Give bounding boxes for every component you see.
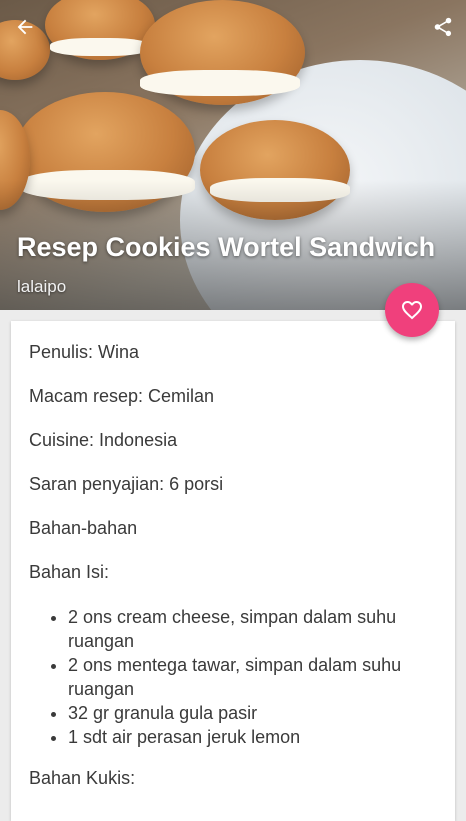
recipe-hero-image: Resep Cookies Wortel Sandwich lalaipo xyxy=(0,0,466,310)
recipe-card: Penulis: Wina Macam resep: Cemilan Cuisi… xyxy=(11,321,455,821)
share-icon xyxy=(434,17,452,37)
author-line: Penulis: Wina xyxy=(29,342,140,362)
arrow-back-icon xyxy=(17,19,33,35)
back-button[interactable] xyxy=(10,12,40,42)
filling-ingredients-list: 2 ons cream cheese, simpan dalam suhu ru… xyxy=(29,605,437,749)
cookie-heading: Bahan Kukis: xyxy=(29,768,136,788)
share-button[interactable] xyxy=(428,12,458,42)
filling-heading: Bahan Isi: xyxy=(29,562,110,582)
recipe-title: Resep Cookies Wortel Sandwich xyxy=(17,232,436,262)
list-item: 32 gr granula gula pasir xyxy=(68,701,437,725)
heart-outline-icon xyxy=(402,301,422,320)
cuisine-line: Cuisine: Indonesia xyxy=(29,430,178,450)
cream-graphic xyxy=(140,70,300,96)
cream-graphic xyxy=(50,38,150,56)
ingredients-heading: Bahan-bahan xyxy=(29,518,138,538)
serving-line: Saran penyajian: 6 porsi xyxy=(29,474,224,494)
list-item: 2 ons cream cheese, simpan dalam suhu ru… xyxy=(68,605,437,653)
favorite-button[interactable] xyxy=(385,283,439,337)
list-item: 2 ons mentega tawar, simpan dalam suhu r… xyxy=(68,653,437,701)
recipe-type-line: Macam resep: Cemilan xyxy=(29,386,215,406)
recipe-content: Penulis: Wina Macam resep: Cemilan Cuisi… xyxy=(11,321,455,790)
recipe-author: lalaipo xyxy=(17,277,67,296)
list-item: 1 sdt air perasan jeruk lemon xyxy=(68,725,437,749)
